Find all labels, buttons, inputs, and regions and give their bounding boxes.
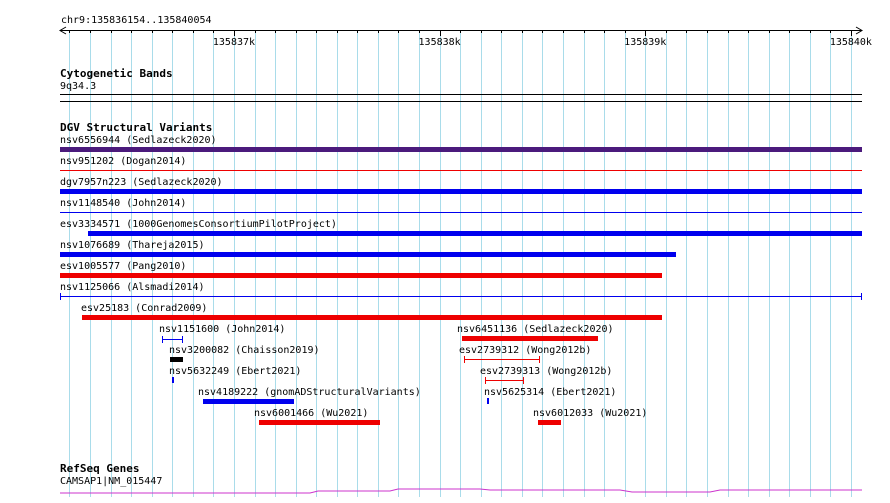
variant-bar[interactable] bbox=[60, 170, 862, 171]
variant-bar[interactable] bbox=[88, 231, 862, 236]
gene-coverage-line bbox=[60, 488, 862, 494]
variant-start-cap bbox=[485, 377, 486, 384]
variant-label[interactable]: nsv4189222 (gnomADStructuralVariants) bbox=[198, 387, 421, 398]
variant-label[interactable]: nsv1148540 (John2014) bbox=[60, 198, 186, 209]
cytoband-lower-border bbox=[60, 101, 862, 102]
variant-start-cap bbox=[464, 356, 465, 363]
coordinate-ruler[interactable]: 135837k 135838k 135839k 135840k bbox=[0, 0, 890, 60]
ruler-tick-label: 135838k bbox=[419, 37, 461, 48]
ruler-tick-label: 135839k bbox=[624, 37, 666, 48]
ruler-tick-label: 135840k bbox=[830, 37, 872, 48]
variant-label[interactable]: nsv1076689 (Thareja2015) bbox=[60, 240, 205, 251]
variant-label[interactable]: esv2739313 (Wong2012b) bbox=[480, 366, 612, 377]
variant-bar[interactable] bbox=[60, 296, 862, 297]
variant-bar[interactable] bbox=[538, 420, 561, 425]
variant-label[interactable]: nsv6451136 (Sedlazeck2020) bbox=[457, 324, 614, 335]
cytoband-upper-border bbox=[60, 94, 862, 95]
variant-label[interactable]: esv25183 (Conrad2009) bbox=[81, 303, 207, 314]
variant-start-cap bbox=[162, 336, 163, 343]
variant-bar[interactable] bbox=[464, 359, 540, 360]
variant-label[interactable]: esv2739312 (Wong2012b) bbox=[459, 345, 591, 356]
variant-label[interactable]: nsv5625314 (Ebert2021) bbox=[484, 387, 616, 398]
variant-bar[interactable] bbox=[170, 357, 183, 362]
cytoband-track-title[interactable]: Cytogenetic Bands bbox=[60, 68, 173, 80]
variant-end-cap bbox=[523, 377, 524, 384]
dgv-track-title[interactable]: DGV Structural Variants bbox=[60, 122, 212, 134]
variant-bar[interactable] bbox=[60, 189, 862, 194]
variant-bar[interactable] bbox=[487, 398, 489, 404]
variant-label[interactable]: nsv6556944 (Sedlazeck2020) bbox=[60, 135, 217, 146]
variant-label[interactable]: nsv1125066 (Alsmadi2014) bbox=[60, 282, 205, 293]
variant-end-cap bbox=[861, 293, 862, 300]
variant-bar[interactable] bbox=[259, 420, 380, 425]
variant-end-cap bbox=[539, 356, 540, 363]
variant-bar[interactable] bbox=[203, 399, 294, 404]
variant-label[interactable]: nsv951202 (Dogan2014) bbox=[60, 156, 186, 167]
variant-bar[interactable] bbox=[485, 380, 524, 381]
variant-end-cap bbox=[182, 336, 183, 343]
variant-bar[interactable] bbox=[60, 252, 676, 257]
variant-label[interactable]: nsv5632249 (Ebert2021) bbox=[169, 366, 301, 377]
ruler-tick-label: 135837k bbox=[213, 37, 255, 48]
refseq-track-title[interactable]: RefSeq Genes bbox=[60, 463, 139, 475]
variant-start-cap bbox=[60, 293, 61, 300]
variant-bar[interactable] bbox=[60, 273, 662, 278]
cytoband-label: 9q34.3 bbox=[60, 81, 97, 92]
variant-label[interactable]: nsv6012033 (Wu2021) bbox=[533, 408, 647, 419]
variant-bar[interactable] bbox=[172, 377, 174, 383]
variant-bar[interactable] bbox=[60, 147, 862, 152]
variant-label[interactable]: dgv7957n223 (Sedlazeck2020) bbox=[60, 177, 223, 188]
variant-label[interactable]: nsv6001466 (Wu2021) bbox=[254, 408, 368, 419]
location-label: chr9:135836154..135840054 bbox=[61, 15, 212, 26]
variant-bar[interactable] bbox=[162, 339, 183, 340]
variant-bar[interactable] bbox=[60, 212, 862, 213]
variant-label[interactable]: nsv3200082 (Chaisson2019) bbox=[169, 345, 320, 356]
variant-label[interactable]: esv1005577 (Pang2010) bbox=[60, 261, 186, 272]
variant-bar[interactable] bbox=[462, 336, 598, 341]
variant-label[interactable]: esv3334571 (1000GenomesConsortiumPilotPr… bbox=[60, 219, 337, 230]
variant-label[interactable]: nsv1151600 (John2014) bbox=[159, 324, 285, 335]
variant-bar[interactable] bbox=[82, 315, 662, 320]
